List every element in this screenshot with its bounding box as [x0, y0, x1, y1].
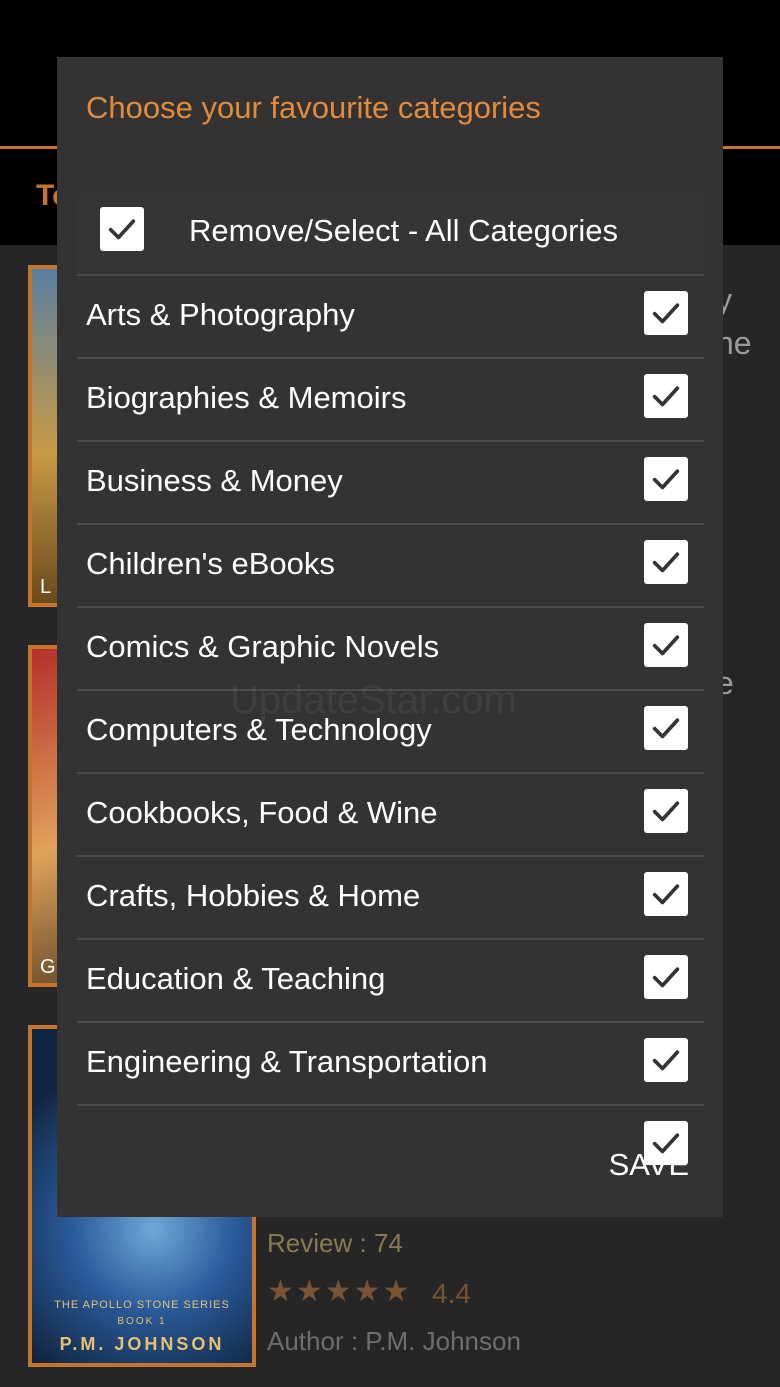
category-checkbox[interactable] — [644, 706, 688, 750]
checkmark-icon — [652, 552, 680, 573]
category-checkbox[interactable] — [644, 291, 688, 335]
category-label: Biographies & Memoirs — [86, 380, 407, 415]
category-label: Comics & Graphic Novels — [86, 629, 440, 664]
save-button[interactable]: SAVE — [609, 1147, 689, 1183]
category-checkbox[interactable] — [644, 457, 688, 501]
category-label: Crafts, Hobbies & Home — [86, 878, 421, 913]
cover-author: P.M. JOHNSON — [59, 1334, 225, 1354]
category-row[interactable]: Engineering & Transportation — [77, 1023, 704, 1106]
category-checkbox[interactable] — [644, 540, 688, 584]
category-label: Arts & Photography — [86, 297, 355, 332]
checkmark-icon — [652, 469, 680, 490]
checkmark-icon — [652, 801, 680, 822]
category-row[interactable]: Cookbooks, Food & Wine — [77, 774, 704, 857]
category-row[interactable]: Business & Money — [77, 442, 704, 525]
star-rating-icon: ★★★★★ — [267, 1275, 412, 1308]
author-info: Author : P.M. Johnson — [267, 1326, 521, 1357]
dialog-title: Choose your favourite categories — [86, 90, 541, 125]
checkmark-icon — [652, 635, 680, 656]
category-row[interactable]: Education & Teaching — [77, 940, 704, 1023]
author-label: Author : — [267, 1326, 359, 1356]
category-label: Engineering & Transportation — [86, 1044, 488, 1079]
review-info: Review : 74 — [267, 1228, 403, 1259]
review-count: 74 — [373, 1228, 403, 1258]
category-label: Business & Money — [86, 463, 343, 498]
checkmark-icon — [652, 1050, 680, 1071]
checkmark-icon — [652, 967, 680, 988]
cover-text: L — [40, 576, 52, 598]
checkmark-icon — [652, 386, 680, 407]
cover-series: THE APOLLO STONE SERIES — [54, 1299, 230, 1311]
select-all-label: Remove/Select - All Categories — [189, 213, 619, 248]
category-label: Children's eBooks — [86, 546, 335, 581]
checkmark-icon — [652, 303, 680, 324]
category-checkbox[interactable] — [644, 955, 688, 999]
select-all-checkbox[interactable] — [100, 207, 144, 251]
category-dialog: Choose your favourite categories Remove/… — [57, 57, 723, 1217]
review-label: Review : — [267, 1228, 367, 1258]
category-checkbox[interactable] — [644, 374, 688, 418]
category-checkbox[interactable] — [644, 872, 688, 916]
category-label: Education & Teaching — [86, 961, 386, 996]
rating-value: 4.4 — [432, 1278, 471, 1309]
category-row[interactable]: Crafts, Hobbies & Home — [77, 857, 704, 940]
category-row[interactable]: Biographies & Memoirs — [77, 359, 704, 442]
checkmark-icon — [652, 884, 680, 905]
category-checkbox[interactable] — [644, 623, 688, 667]
category-checkbox[interactable] — [644, 1038, 688, 1082]
cover-text: G — [40, 956, 56, 978]
category-checkbox[interactable] — [644, 789, 688, 833]
author-name: P.M. Johnson — [365, 1326, 521, 1356]
select-all-row[interactable]: Remove/Select - All Categories — [77, 194, 704, 276]
checkmark-icon — [652, 718, 680, 739]
category-row[interactable]: Children's eBooks — [77, 525, 704, 608]
cover-book-number: BOOK 1 — [117, 1316, 167, 1327]
checkmark-icon — [108, 219, 136, 240]
watermark: UpdateStar.com — [230, 678, 517, 722]
category-row[interactable]: Arts & Photography — [77, 276, 704, 359]
category-label: Cookbooks, Food & Wine — [86, 795, 438, 830]
